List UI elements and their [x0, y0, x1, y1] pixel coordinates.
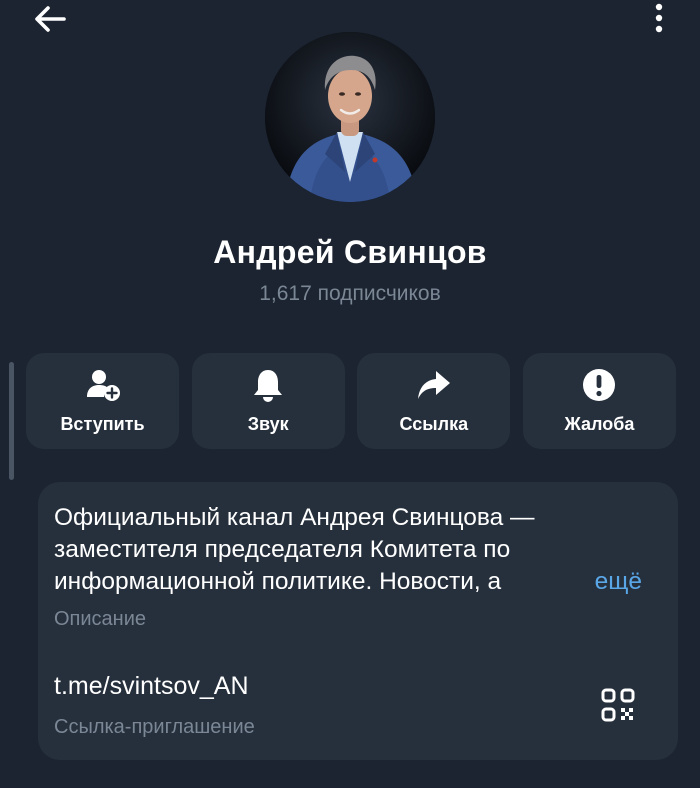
channel-info-card: Официальный канал Андрея Свинцова — заме… [38, 482, 678, 760]
show-more-link[interactable]: ещё [570, 566, 642, 598]
report-button-label: Жалоба [564, 414, 635, 434]
link-button-label: Ссылка [399, 414, 469, 434]
description-caption: Описание [54, 608, 147, 630]
qr-code-icon [601, 688, 635, 727]
join-user-plus-icon [85, 367, 121, 403]
invite-link-caption: Ссылка-приглашение [54, 716, 255, 738]
invite-link[interactable]: t.me/svintsov_AN [54, 672, 249, 701]
channel-profile-screen: Андрей Свинцов 1,617 подписчиков Вступит… [0, 0, 700, 788]
action-buttons-row: Вступить Звук Ссылка Жалоба [26, 353, 676, 449]
join-button-label: Вступить [60, 414, 145, 434]
more-menu-button[interactable] [644, 2, 674, 38]
channel-description[interactable]: Официальный канал Андрея Свинцова — заме… [54, 502, 654, 598]
subscriber-count: 1,617 подписчиков [259, 282, 441, 305]
report-exclamation-icon [581, 367, 617, 403]
description-line: информационной политике. Новости, а [54, 568, 502, 595]
more-vertical-icon [654, 3, 664, 38]
arrow-left-icon [33, 4, 67, 39]
report-button[interactable]: Жалоба [522, 353, 676, 449]
scrollbar[interactable] [9, 362, 14, 480]
qr-code-button[interactable] [598, 687, 638, 727]
sound-button[interactable]: Звук [191, 353, 345, 449]
bell-icon [251, 367, 285, 403]
description-line: заместителя председателя Комитета по [54, 536, 511, 563]
sound-button-label: Звук [247, 414, 289, 434]
channel-title: Андрей Свинцов [213, 234, 487, 270]
channel-avatar[interactable] [265, 32, 435, 202]
link-button[interactable]: Ссылка [357, 353, 511, 449]
back-button[interactable] [30, 4, 70, 38]
description-line: Официальный канал Андрея Свинцова — [54, 504, 535, 531]
share-arrow-icon [416, 367, 452, 403]
join-button[interactable]: Вступить [26, 353, 179, 449]
